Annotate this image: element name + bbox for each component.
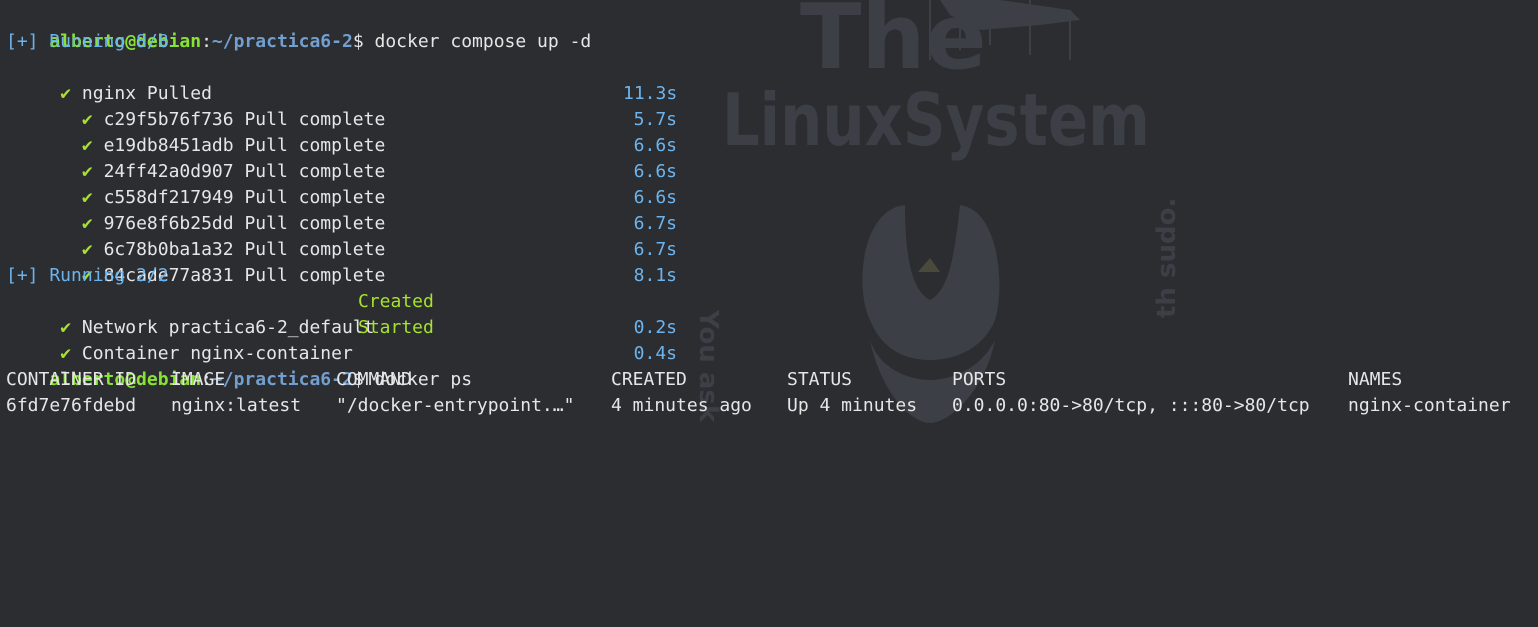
pull-line: ✔ 976e8f6b25dd Pull complete 6.7s: [6, 185, 1538, 234]
ps-header-command: COMMAND: [336, 369, 412, 390]
pull-line: ✔ c558df217949 Pull complete 6.6s: [6, 159, 1538, 208]
ps-header-ports: PORTS: [952, 369, 1007, 390]
ps-cell-names: nginx-container: [1348, 395, 1511, 416]
ps-header-created: CREATED: [611, 369, 687, 390]
resource-line: ✔ Container nginx-container Started 0.4s: [6, 315, 1538, 364]
pull-line: ✔ 84cade77a831 Pull complete 8.1s: [6, 237, 1538, 286]
ps-table-row: 6fd7e76fdebd nginx:latest "/docker-entry…: [6, 393, 1538, 419]
running-status: [+] Running 8/8: [6, 31, 169, 52]
ps-cell-container-id: 6fd7e76fdebd: [6, 395, 137, 416]
ps-header-container-id: CONTAINER ID: [6, 369, 137, 390]
ps-cell-ports: 0.0.0.0:80->80/tcp, :::80->80/tcp: [952, 395, 1310, 416]
running-status: [+] Running 2/2: [6, 265, 169, 286]
ps-cell-status: Up 4 minutes: [787, 395, 918, 416]
pull-line: ✔ 6c78b0ba1a32 Pull complete 6.7s: [6, 211, 1538, 260]
resource-state: Created: [358, 291, 434, 312]
ps-cell-created: 4 minutes ago: [611, 395, 752, 416]
ps-header-status: STATUS: [787, 369, 853, 390]
pull-line: ✔ 24ff42a0d907 Pull complete 6.6s: [6, 133, 1538, 182]
ps-cell-command: "/docker-entrypoint.…": [336, 395, 575, 416]
resource-state: Started: [358, 317, 434, 338]
pull-line: ✔ nginx Pulled 11.3s: [6, 55, 1538, 104]
pull-line: ✔ e19db8451adb Pull complete 6.6s: [6, 107, 1538, 156]
ps-header-names: NAMES: [1348, 369, 1403, 390]
resource-line: ✔ Network practica6-2_default Created 0.2s: [6, 289, 1538, 338]
prompt-line: alberto@debian:~/practica6-2$ docker com…: [6, 3, 1538, 52]
pull-line: ✔ c29f5b76f736 Pull complete 5.7s: [6, 81, 1538, 130]
ps-cell-image: nginx:latest: [171, 395, 302, 416]
terminal-output[interactable]: alberto@debian:~/practica6-2$ docker com…: [6, 3, 1538, 423]
ps-header-row: CONTAINER ID IMAGE COMMAND CREATED STATU…: [6, 367, 1538, 393]
prompt-line: alberto@debian:~/practica6-2$ docker ps: [6, 341, 1538, 390]
ps-header-image: IMAGE: [171, 369, 226, 390]
